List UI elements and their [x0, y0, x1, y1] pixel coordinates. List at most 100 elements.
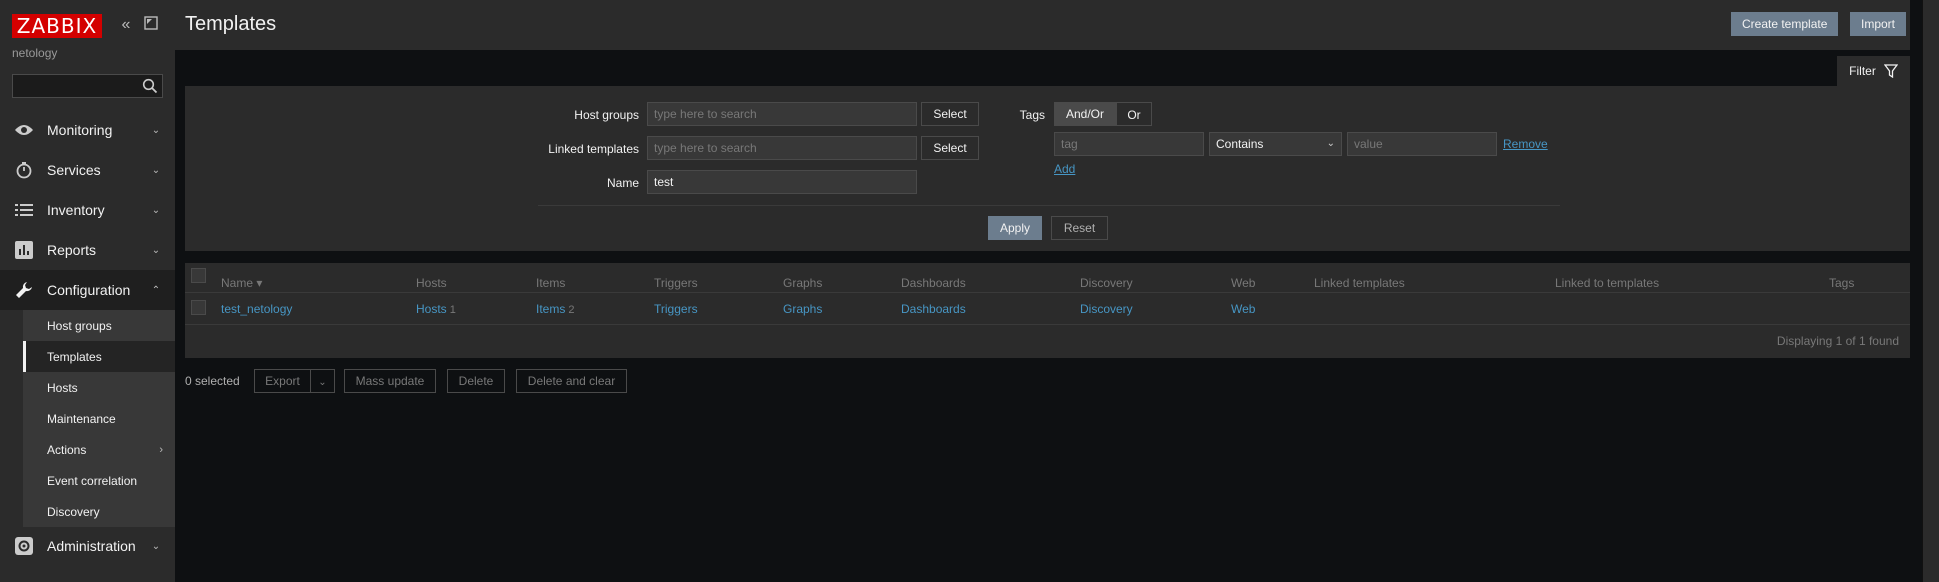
create-template-button[interactable]: Create template: [1731, 12, 1839, 36]
host-groups-input[interactable]: type here to search: [647, 102, 917, 126]
tag-value-input[interactable]: value: [1347, 132, 1497, 156]
server-name: netology: [12, 46, 58, 60]
page-title: Templates: [185, 13, 277, 35]
hosts-cell: Hosts 1: [416, 302, 456, 316]
sidebar-item-host-groups[interactable]: Host groups: [23, 310, 175, 341]
column-header-discovery: Discovery: [1080, 276, 1133, 290]
double-chevron-left-icon[interactable]: «: [118, 16, 134, 34]
kiosk-mode-icon[interactable]: [143, 16, 159, 34]
tags-or-toggle[interactable]: Or: [1116, 102, 1152, 126]
nav-monitoring-label: Monitoring: [47, 122, 113, 138]
discovery-link[interactable]: Discovery: [1080, 302, 1133, 316]
template-name-link[interactable]: test_netology: [221, 302, 292, 316]
export-button[interactable]: Export: [254, 369, 311, 393]
eye-icon: [14, 120, 34, 140]
sidebar-item-actions[interactable]: Actions ›: [23, 434, 175, 465]
nav-services-label: Services: [47, 162, 101, 178]
column-header-triggers: Triggers: [654, 276, 698, 290]
filter-icon: [1883, 64, 1898, 78]
column-header-linked-templates: Linked templates: [1314, 276, 1405, 290]
sidebar-search-input[interactable]: [12, 74, 163, 98]
reset-button[interactable]: Reset: [1051, 216, 1108, 240]
column-header-graphs: Graphs: [783, 276, 823, 290]
import-button[interactable]: Import: [1850, 12, 1907, 36]
column-header-hosts: Hosts: [416, 276, 447, 290]
nav-reports-label: Reports: [47, 242, 97, 258]
gear-icon: [14, 536, 34, 556]
stopwatch-icon: [14, 160, 34, 180]
nav-configuration-label: Configuration: [47, 282, 131, 298]
column-header-items: Items: [536, 276, 566, 290]
chevron-down-icon: ⌄: [151, 204, 161, 216]
add-tag-link[interactable]: Add: [1054, 162, 1075, 176]
filter-divider: [538, 205, 1560, 206]
apply-button[interactable]: Apply: [988, 216, 1042, 240]
items-cell: Items 2: [536, 302, 574, 316]
items-count: 2: [568, 304, 575, 316]
host-groups-label: Host groups: [574, 108, 639, 122]
sidebar-item-hosts[interactable]: Hosts: [23, 372, 175, 403]
sidebar-item-actions-label: Actions: [47, 442, 87, 457]
chevron-down-icon: ⌄: [151, 540, 161, 552]
remove-tag-link[interactable]: Remove: [1503, 137, 1548, 151]
adjacent-window-edge: [1922, 0, 1939, 582]
column-header-linked-to-templates: Linked to templates: [1555, 276, 1660, 290]
selected-count: 0 selected: [185, 374, 240, 388]
sidebar-item-maintenance[interactable]: Maintenance: [23, 403, 175, 434]
nav-administration[interactable]: Administration ⌄: [0, 526, 175, 566]
chevron-down-icon: ⌄: [151, 164, 161, 176]
header-bar: [175, 0, 1910, 50]
sidebar-item-discovery[interactable]: Discovery: [23, 496, 175, 527]
host-groups-select-button[interactable]: Select: [921, 102, 979, 126]
delete-button[interactable]: Delete: [447, 369, 505, 393]
tags-andor-toggle[interactable]: And/Or: [1054, 102, 1116, 126]
dashboards-link[interactable]: Dashboards: [901, 302, 966, 316]
nav-reports[interactable]: Reports ⌄: [0, 230, 175, 270]
items-link[interactable]: Items: [536, 302, 565, 316]
linked-templates-input[interactable]: type here to search: [647, 136, 917, 160]
filter-tab[interactable]: Filter: [1837, 56, 1910, 86]
chevron-right-icon: ›: [159, 443, 163, 456]
chevron-down-icon: ⌄: [151, 124, 161, 136]
linked-templates-select-button[interactable]: Select: [921, 136, 979, 160]
configuration-submenu: Host groups Templates Hosts Maintenance …: [23, 310, 175, 527]
tag-operator-value: Contains: [1216, 137, 1264, 151]
hosts-link[interactable]: Hosts: [416, 302, 447, 316]
zabbix-logo[interactable]: ZABBIX: [12, 14, 102, 38]
sidebar-item-event-correlation[interactable]: Event correlation: [23, 465, 175, 496]
name-label: Name: [606, 176, 639, 190]
table-footer-count: Displaying 1 of 1 found: [1776, 334, 1899, 348]
bar-chart-icon: [14, 240, 34, 260]
chevron-down-icon: ⌄: [151, 244, 161, 256]
wrench-icon: [14, 280, 34, 300]
sidebar-item-templates[interactable]: Templates: [23, 341, 175, 372]
tag-operator-select[interactable]: Contains ⌄: [1209, 132, 1342, 156]
linked-templates-label: Linked templates: [548, 142, 639, 156]
nav-inventory[interactable]: Inventory ⌄: [0, 190, 175, 230]
web-link[interactable]: Web: [1231, 302, 1255, 316]
search-icon[interactable]: [142, 78, 158, 94]
nav-services[interactable]: Services ⌄: [0, 150, 175, 190]
graphs-link[interactable]: Graphs: [783, 302, 822, 316]
column-header-name[interactable]: Name ▾: [221, 276, 262, 290]
nav-configuration[interactable]: Configuration ⌃: [0, 270, 175, 310]
nav-monitoring[interactable]: Monitoring ⌄: [0, 110, 175, 150]
hosts-count: 1: [449, 304, 456, 316]
triggers-link[interactable]: Triggers: [654, 302, 698, 316]
tag-name-input[interactable]: tag: [1054, 132, 1204, 156]
header-divider: [185, 292, 1910, 293]
mass-update-button[interactable]: Mass update: [344, 369, 436, 393]
chevron-up-icon: ⌃: [151, 284, 161, 296]
column-header-tags: Tags: [1829, 276, 1855, 290]
column-header-web: Web: [1231, 276, 1256, 290]
select-all-checkbox[interactable]: [191, 268, 206, 283]
column-header-dashboards: Dashboards: [901, 276, 966, 290]
row-divider: [185, 324, 1910, 325]
row-checkbox[interactable]: [191, 300, 206, 315]
chevron-down-icon: ⌄: [318, 377, 327, 388]
export-dropdown-button[interactable]: ⌄: [310, 369, 335, 393]
chevron-down-icon: ⌄: [1326, 138, 1335, 149]
delete-and-clear-button[interactable]: Delete and clear: [516, 369, 627, 393]
name-input[interactable]: test: [647, 170, 917, 194]
filter-tab-label: Filter: [1849, 64, 1876, 78]
